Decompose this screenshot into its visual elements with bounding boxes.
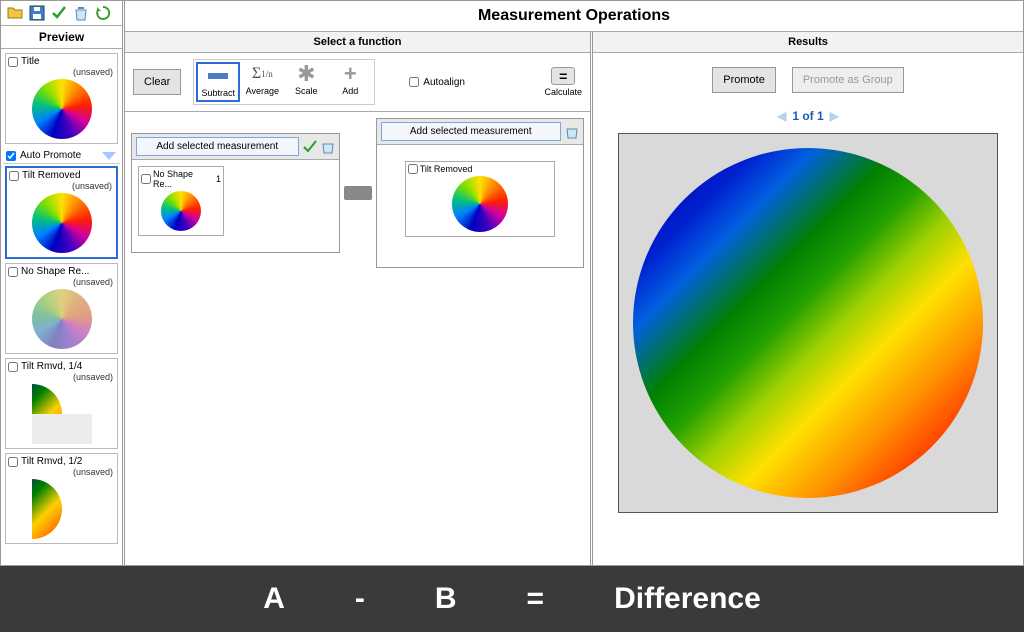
preview-item[interactable]: No Shape Re... (unsaved) bbox=[5, 263, 118, 354]
preview-panel: Preview Title (unsaved) Auto Promote Til… bbox=[1, 1, 125, 565]
clear-button[interactable]: Clear bbox=[133, 69, 181, 95]
footer-eq: = bbox=[527, 582, 545, 616]
minus-connector-icon bbox=[344, 186, 372, 200]
preview-item-checkbox[interactable] bbox=[8, 267, 18, 277]
measurement-thumb bbox=[452, 176, 508, 232]
main-area: Measurement Operations Select a function… bbox=[125, 1, 1023, 565]
minus-icon bbox=[208, 66, 228, 86]
preview-item-checkbox[interactable] bbox=[8, 362, 18, 372]
preview-item[interactable]: Tilt Rmvd, 1/2 (unsaved) bbox=[5, 453, 118, 544]
check-icon[interactable] bbox=[51, 5, 67, 21]
equation-footer: A - B = Difference bbox=[0, 566, 1024, 632]
preview-item[interactable]: Title (unsaved) bbox=[5, 53, 118, 144]
preview-item-checkbox[interactable] bbox=[9, 171, 19, 181]
op-add[interactable]: + Add bbox=[328, 62, 372, 102]
plus-icon: + bbox=[344, 64, 357, 84]
chevron-down-icon[interactable] bbox=[102, 152, 116, 160]
autoalign-row[interactable]: Autoalign bbox=[409, 77, 465, 88]
sigma-icon: Σ1/n bbox=[252, 64, 273, 84]
add-measurement-b-button[interactable]: Add selected measurement bbox=[381, 122, 562, 141]
results-panel: Results Promote Promote as Group ◀ 1 of … bbox=[593, 32, 1023, 565]
op-subtract[interactable]: Subtract bbox=[196, 62, 240, 102]
autoalign-checkbox[interactable] bbox=[409, 77, 419, 87]
auto-promote-row[interactable]: Auto Promote bbox=[3, 148, 120, 164]
folder-open-icon[interactable] bbox=[7, 5, 23, 21]
operand-row: Add selected measurement No Shape Re...1 bbox=[125, 112, 590, 274]
calculate-button[interactable]: = Calculate bbox=[544, 67, 582, 97]
autoalign-label: Autoalign bbox=[423, 77, 465, 88]
op-scale[interactable]: ✱ Scale bbox=[284, 62, 328, 102]
promote-button[interactable]: Promote bbox=[712, 67, 776, 93]
op-label: Average bbox=[246, 86, 279, 96]
refresh-icon[interactable] bbox=[95, 5, 111, 21]
preview-thumb bbox=[32, 193, 92, 253]
function-toolbar: Clear Subtract Σ1/n Average ✱ bbox=[125, 53, 590, 112]
preview-item-title: Tilt Rmvd, 1/2 bbox=[21, 456, 82, 467]
trash-icon[interactable] bbox=[565, 125, 579, 139]
measurement-title: No Shape Re... bbox=[153, 169, 214, 189]
measurement-card[interactable]: Tilt Removed bbox=[405, 161, 555, 237]
result-canvas bbox=[618, 133, 998, 513]
promote-as-group-button: Promote as Group bbox=[792, 67, 904, 93]
preview-item-checkbox[interactable] bbox=[8, 457, 18, 467]
asterisk-icon: ✱ bbox=[297, 64, 315, 84]
op-label: Subtract bbox=[202, 88, 236, 98]
preview-item-title: Tilt Rmvd, 1/4 bbox=[21, 361, 82, 372]
save-icon[interactable] bbox=[29, 5, 45, 21]
operation-group: Subtract Σ1/n Average ✱ Scale bbox=[193, 59, 375, 105]
preview-list: Title (unsaved) Auto Promote Tilt Remove… bbox=[1, 49, 122, 565]
measurement-title: Tilt Removed bbox=[420, 164, 473, 174]
page-title: Measurement Operations bbox=[125, 1, 1023, 32]
add-measurement-a-button[interactable]: Add selected measurement bbox=[136, 137, 299, 156]
preview-thumb bbox=[32, 79, 92, 139]
calculate-label: Calculate bbox=[544, 87, 582, 97]
preview-item-subtitle: (unsaved) bbox=[8, 467, 115, 477]
preview-title: Preview bbox=[1, 26, 122, 49]
operand-b-box: Add selected measurement Tilt Removed bbox=[376, 118, 585, 268]
measurement-checkbox[interactable] bbox=[408, 164, 418, 174]
preview-item[interactable]: Tilt Removed (unsaved) bbox=[5, 166, 118, 259]
auto-promote-label: Auto Promote bbox=[20, 150, 81, 161]
operand-a-box: Add selected measurement No Shape Re...1 bbox=[131, 133, 340, 253]
preview-item[interactable]: Tilt Rmvd, 1/4 (unsaved) bbox=[5, 358, 118, 449]
footer-a: A bbox=[263, 582, 285, 616]
equals-icon: = bbox=[551, 67, 575, 85]
mini-toolbar bbox=[1, 1, 122, 26]
preview-item-title: No Shape Re... bbox=[21, 266, 89, 277]
measurement-thumb bbox=[161, 191, 201, 231]
trash-icon[interactable] bbox=[321, 140, 335, 154]
preview-item-title: Title bbox=[21, 56, 40, 67]
function-section-title: Select a function bbox=[125, 32, 590, 53]
footer-diff: Difference bbox=[614, 582, 761, 616]
preview-item-title: Tilt Removed bbox=[22, 170, 81, 181]
measurement-count: 1 bbox=[216, 174, 221, 184]
result-image bbox=[633, 148, 983, 498]
preview-thumb bbox=[32, 384, 92, 444]
results-section-title: Results bbox=[593, 32, 1023, 53]
preview-item-subtitle: (unsaved) bbox=[9, 181, 114, 191]
results-pager: ◀ 1 of 1 ▶ bbox=[593, 107, 1023, 133]
footer-minus: - bbox=[355, 582, 365, 616]
pager-next-icon[interactable]: ▶ bbox=[830, 109, 839, 123]
trash-icon[interactable] bbox=[73, 5, 89, 21]
preview-thumb bbox=[32, 479, 92, 539]
op-label: Scale bbox=[295, 86, 318, 96]
measurement-card[interactable]: No Shape Re...1 bbox=[138, 166, 224, 236]
preview-thumb bbox=[32, 289, 92, 349]
pager-text: 1 of 1 bbox=[792, 109, 823, 123]
preview-item-subtitle: (unsaved) bbox=[8, 67, 115, 77]
preview-item-checkbox[interactable] bbox=[8, 57, 18, 67]
function-panel: Select a function Clear Subtract Σ1/n Av… bbox=[125, 32, 593, 565]
pager-prev-icon[interactable]: ◀ bbox=[777, 109, 786, 123]
auto-promote-checkbox[interactable] bbox=[6, 151, 16, 161]
preview-item-subtitle: (unsaved) bbox=[8, 277, 115, 287]
measurement-checkbox[interactable] bbox=[141, 174, 151, 184]
preview-item-subtitle: (unsaved) bbox=[8, 372, 115, 382]
op-label: Add bbox=[342, 86, 358, 96]
op-average[interactable]: Σ1/n Average bbox=[240, 62, 284, 102]
check-icon[interactable] bbox=[303, 140, 317, 154]
footer-b: B bbox=[435, 582, 457, 616]
